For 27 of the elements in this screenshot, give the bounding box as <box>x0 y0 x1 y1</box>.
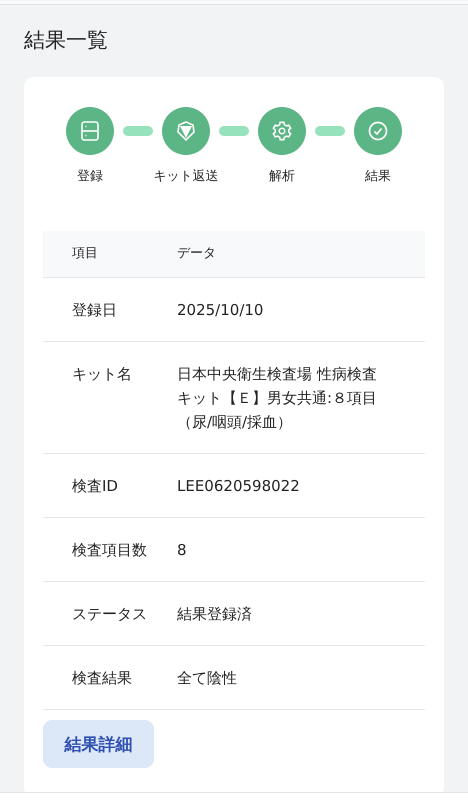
check-circle-icon <box>367 120 389 142</box>
table-cell-text: ステータス <box>71 604 148 624</box>
column-header: データ <box>177 245 217 263</box>
box-icon <box>175 120 197 142</box>
table-cell-text: キット名 <box>71 364 133 384</box>
table-cell-text: 2025/10/10 <box>177 300 264 320</box>
table-cell-text: LEE0620598022 <box>177 476 301 496</box>
table-cell-text: 日本中央衛生検査場 性病検査キット【Ｅ】男女共通:８項目（尿/咽頭/採血） <box>177 364 378 432</box>
server-icon <box>79 120 101 142</box>
settings-icon <box>271 120 293 142</box>
column-header: 項目 <box>71 245 99 263</box>
page-title: 結果一覧 <box>24 27 109 54</box>
table-cell-text: 検査項目数 <box>71 540 148 560</box>
step-connector <box>219 126 249 136</box>
step-label: 解析 <box>269 168 295 185</box>
table-cell-text: 検査結果 <box>71 668 133 688</box>
step-label: 結果 <box>365 168 391 185</box>
step-connector <box>123 126 153 136</box>
result-detail-button[interactable]: 結果詳細 <box>43 720 154 768</box>
step-label: キット返送 <box>154 168 218 185</box>
table-cell-text: 8 <box>177 540 188 560</box>
table-cell-text: 検査ID <box>71 476 119 496</box>
table-cell-text: 登録日 <box>71 300 118 320</box>
step-label: 登録 <box>77 168 103 185</box>
table-cell-text: 結果登録済 <box>177 604 253 624</box>
step-connector <box>315 126 345 136</box>
table-cell-text: 全て陰性 <box>177 668 238 688</box>
